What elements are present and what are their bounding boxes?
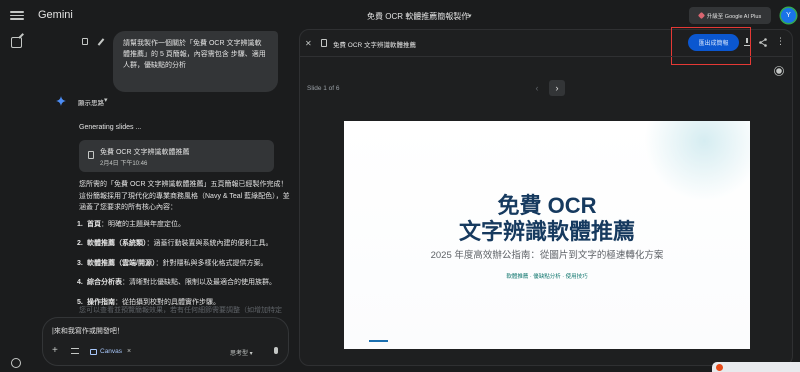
document-chip-title: 免費 OCR 文字辨識軟體推薦 <box>100 149 190 156</box>
new-chat-icon[interactable] <box>11 37 22 48</box>
download-icon[interactable] <box>744 38 750 46</box>
model-mode-select[interactable]: 思考型 ▾ <box>230 348 253 357</box>
more-icon[interactable]: ⋮ <box>776 37 785 46</box>
show-thinking-toggle[interactable]: 顯示思路 <box>78 97 104 107</box>
gem-icon <box>697 11 705 20</box>
upgrade-label: 升級至 Google AI Plus <box>706 13 762 20</box>
response-list: 1. 首頁：明確的主題與年度定位。 2. 軟體推薦（系統類）：涵蓋行動裝置與系統內建… <box>77 219 291 309</box>
gemini-spark-icon <box>56 96 66 106</box>
generating-status: Generating slides ... <box>79 124 142 131</box>
close-icon[interactable]: × <box>127 348 131 355</box>
edit-icon[interactable] <box>97 38 105 46</box>
slide-accent-bar <box>369 340 388 342</box>
response-intro: 您所需的「免費 OCR 文字辨識軟體推薦」五頁簡報已經製作完成！這份簡報採用了現… <box>79 181 290 211</box>
document-chip[interactable]: 免費 OCR 文字辨識軟體推薦 2月4日 下午10:46 <box>79 140 274 172</box>
doc-icon <box>321 39 327 47</box>
mic-icon[interactable] <box>274 347 278 354</box>
canvas-tool-chip[interactable]: Canvas × <box>86 345 135 358</box>
list-item: 2. 軟體推薦（系統類）：涵蓋行動裝置與系統內建的便利工具。 <box>77 240 273 247</box>
share-icon[interactable] <box>759 38 767 47</box>
list-item: 3. 軟體推薦（雲端/開源）：針對隱私與多樣化格式提供方案。 <box>77 259 268 267</box>
menu-icon[interactable] <box>10 9 24 21</box>
slide-subtitle: 2025 年度高效辦公指南：從圖片到文字的極速轉化方案 <box>430 250 664 261</box>
doc-icon <box>88 151 94 159</box>
plus-icon[interactable]: + <box>52 346 58 356</box>
theme-icon[interactable] <box>776 68 782 74</box>
logo-icon <box>716 364 723 371</box>
list-item: 1. 首頁：明確的主題與年度定位。 <box>77 220 185 228</box>
slide-preview: 免費 OCR 文字辨識軟體推薦 2025 年度高效辦公指南：從圖片到文字的極速轉… <box>344 121 750 349</box>
canvas-title: 免費 OCR 文字辨識軟體推薦 <box>333 42 417 49</box>
close-icon[interactable]: ✕ <box>305 40 312 48</box>
divider <box>300 56 792 57</box>
side-rail <box>0 0 34 372</box>
list-item: 4. 綜合分析表：清晰對比優缺點、限制以及最適合的使用族群。 <box>77 279 276 286</box>
assistant-response: 您所需的「免費 OCR 文字辨識軟體推薦」五頁簡報已經製作完成！這份簡報採用了現… <box>77 179 291 316</box>
chevron-down-icon[interactable]: ▾ <box>104 96 108 104</box>
app-name: Gemini <box>38 9 73 21</box>
slide-counter: Slide 1 of 6 <box>307 85 340 92</box>
tools-icon[interactable] <box>71 348 79 354</box>
slide-title: 文字辨識軟體推薦 <box>458 219 635 244</box>
upgrade-button[interactable]: 升級至 Google AI Plus <box>689 7 771 24</box>
highlight-annotation <box>671 27 751 65</box>
chevron-right-icon[interactable]: › <box>549 80 565 96</box>
prompt-input[interactable] <box>52 325 272 336</box>
corner-badge <box>712 362 800 372</box>
conversation-title[interactable]: 免費 OCR 軟體推薦簡報製作 <box>367 11 469 22</box>
settings-icon[interactable] <box>11 358 21 368</box>
copy-icon[interactable] <box>82 38 88 45</box>
chevron-left-icon[interactable]: ‹ <box>530 81 544 95</box>
document-chip-date: 2月4日 下午10:46 <box>100 161 148 167</box>
avatar[interactable]: Y <box>781 8 796 23</box>
canvas-chip-label: Canvas <box>100 348 123 355</box>
canvas-icon <box>90 348 97 355</box>
user-message: 請幫我製作一個關於「免費 OCR 文字辨識軟體推薦」的 5 頁簡報，內容需包含 … <box>113 31 278 92</box>
slide-tags: 軟體推薦 · 優缺點分析 · 使用技巧 <box>506 274 588 280</box>
chevron-down-icon[interactable]: ▾ <box>468 12 472 20</box>
response-overflow-text: 您可以查看並預覽簡報效果，若有任何細節需要調整（如增加特定 <box>79 307 282 314</box>
